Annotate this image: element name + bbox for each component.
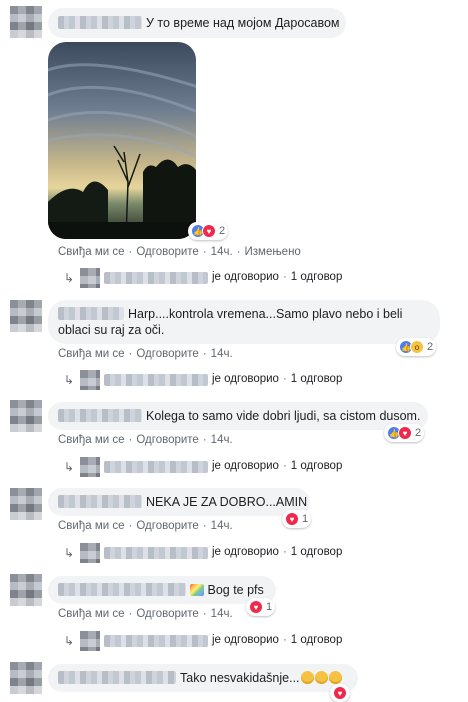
reaction-summary[interactable]: 👍 o 2 bbox=[396, 338, 437, 356]
timestamp[interactable]: 14ч. bbox=[211, 246, 233, 258]
reply-link[interactable]: Одговорите bbox=[136, 520, 198, 532]
reaction-summary[interactable]: ♥ 1 bbox=[246, 598, 276, 616]
comment-text: Kolega to samo vide dobri ljudi, sa cist… bbox=[146, 409, 421, 423]
reply-count[interactable]: 1 одговор bbox=[291, 546, 343, 558]
reaction-summary[interactable]: 👍 ♥ 2 bbox=[384, 424, 425, 442]
timestamp[interactable]: 14ч. bbox=[211, 520, 233, 532]
replied-text: је одговорио bbox=[212, 271, 279, 283]
avatar[interactable] bbox=[10, 488, 42, 520]
edited-label[interactable]: Измењено bbox=[245, 246, 301, 258]
comment-actions: Свиђа ми се · Одговорите · 14ч. bbox=[58, 520, 233, 532]
replies-link[interactable]: je одговорио · 1 одговор bbox=[212, 373, 342, 385]
comment-actions: Свиђа ми се · Одговорите · 14ч. · Измењено bbox=[58, 246, 301, 258]
reaction-count: 2 bbox=[427, 341, 434, 353]
comment-text-line1: Harp....kontrola vremena...Samo plavo ne… bbox=[128, 307, 403, 321]
replies-link[interactable]: је одговорио · 1 одговор bbox=[212, 271, 342, 283]
reply-arrow-icon: ↳ bbox=[64, 460, 75, 474]
avatar[interactable] bbox=[10, 662, 42, 694]
reply-link[interactable]: Одговорите bbox=[136, 348, 198, 360]
comment-text-line2: oblaci su raj za oči. bbox=[58, 323, 165, 337]
reply-count[interactable]: 1 одговор bbox=[291, 460, 343, 472]
love-icon: ♥ bbox=[202, 224, 216, 238]
replies-link[interactable]: je одговорио · 1 одговор bbox=[212, 546, 342, 558]
like-link[interactable]: Свиђа ми се bbox=[58, 608, 125, 620]
comment-actions: Свиђа ми се · Одговорите · 14ч. bbox=[58, 348, 233, 360]
love-icon: ♥ bbox=[333, 686, 347, 700]
timestamp[interactable]: 14ч. bbox=[211, 434, 233, 446]
avatar[interactable] bbox=[10, 574, 42, 606]
comment-actions: Свиђа ми се · Одговорите · 14ч. bbox=[58, 608, 233, 620]
love-icon: ♥ bbox=[398, 426, 412, 440]
wow-icon: o bbox=[410, 340, 424, 354]
replies-link[interactable]: je одговорио · 1 одговор bbox=[212, 460, 342, 472]
reaction-count: 2 bbox=[415, 427, 422, 439]
sunset-sky-image bbox=[48, 42, 196, 239]
commenter-name[interactable] bbox=[58, 583, 186, 596]
commenter-name[interactable] bbox=[58, 307, 124, 320]
reply-count[interactable]: 1 одговор bbox=[291, 373, 343, 385]
rainbow-emoji bbox=[190, 584, 204, 596]
commenter-name[interactable] bbox=[58, 671, 176, 684]
reply-link[interactable]: Одговорите bbox=[136, 434, 198, 446]
reply-count[interactable]: 1 одговор bbox=[291, 271, 343, 283]
commenter-name[interactable] bbox=[58, 409, 142, 422]
avatar[interactable] bbox=[10, 300, 42, 332]
replier-name[interactable] bbox=[104, 272, 208, 284]
love-icon: ♥ bbox=[285, 512, 299, 526]
reply-arrow-icon: ↳ bbox=[64, 634, 75, 648]
reply-link[interactable]: Одговорите bbox=[136, 608, 198, 620]
reaction-count: 1 bbox=[302, 513, 309, 525]
reaction-count: 2 bbox=[219, 225, 226, 237]
replier-name[interactable] bbox=[104, 635, 208, 647]
replier-avatar[interactable] bbox=[80, 268, 100, 288]
timestamp[interactable]: 14ч. bbox=[211, 608, 233, 620]
avatar[interactable] bbox=[10, 6, 42, 38]
like-link[interactable]: Свиђа ми се bbox=[58, 520, 125, 532]
replier-name[interactable] bbox=[104, 374, 208, 386]
timestamp[interactable]: 14ч. bbox=[211, 348, 233, 360]
commenter-name[interactable] bbox=[58, 495, 142, 508]
reply-arrow-icon: ↳ bbox=[64, 546, 75, 560]
avatar[interactable] bbox=[10, 400, 42, 432]
replier-avatar[interactable] bbox=[80, 631, 100, 651]
smiley-emoji bbox=[300, 671, 314, 684]
reaction-count: 1 bbox=[266, 601, 273, 613]
replier-name[interactable] bbox=[104, 547, 208, 559]
like-link[interactable]: Свиђа ми се bbox=[58, 434, 125, 446]
reaction-summary[interactable]: 👍 ♥ 2 bbox=[188, 222, 229, 240]
reply-count[interactable]: 1 одговор bbox=[291, 634, 343, 646]
comment-text: Tako nesvakidašnje... bbox=[180, 670, 342, 686]
comment-text: Bog te pfs bbox=[190, 582, 264, 598]
smiley-emoji bbox=[314, 671, 328, 684]
comment-text: У то време над мојом Даросавом bbox=[146, 16, 340, 30]
reaction-summary[interactable]: ♥ bbox=[330, 684, 350, 702]
replier-avatar[interactable] bbox=[80, 370, 100, 390]
comment-text: NEKA JE ZA DOBRO...AMIN bbox=[146, 495, 308, 509]
replier-avatar[interactable] bbox=[80, 457, 100, 477]
smiley-emoji bbox=[328, 671, 342, 684]
replies-link[interactable]: je одговорио · 1 одговор bbox=[212, 634, 342, 646]
comment-actions: Свиђа ми се · Одговорите · 14ч. bbox=[58, 434, 233, 446]
love-icon: ♥ bbox=[249, 600, 263, 614]
like-link[interactable]: Свиђа ми се bbox=[58, 348, 125, 360]
like-link[interactable]: Свиђа ми се bbox=[58, 246, 125, 258]
replier-avatar[interactable] bbox=[80, 543, 100, 563]
reaction-summary[interactable]: ♥ 1 bbox=[282, 510, 312, 528]
comment-photo[interactable] bbox=[48, 42, 196, 239]
commenter-name[interactable] bbox=[58, 16, 142, 29]
reply-link[interactable]: Одговорите bbox=[136, 246, 198, 258]
replier-name[interactable] bbox=[104, 461, 208, 473]
reply-arrow-icon: ↳ bbox=[64, 271, 75, 285]
reply-arrow-icon: ↳ bbox=[64, 373, 75, 387]
